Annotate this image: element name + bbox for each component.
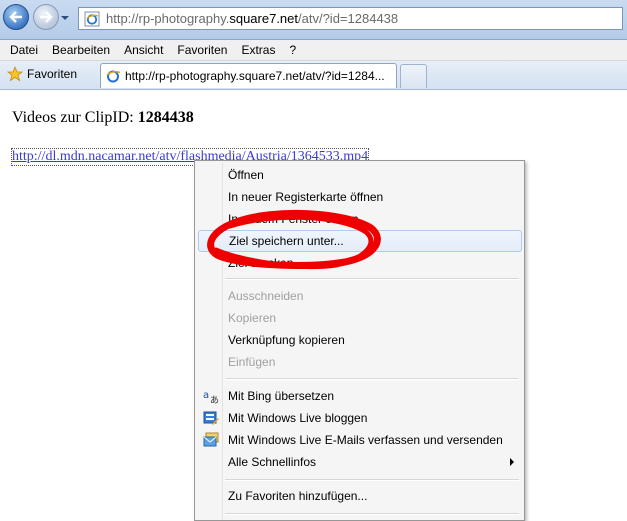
menu-item-add-favorites[interactable]: Zu Favoriten hinzufügen... — [198, 485, 522, 507]
context-menu: Öffnen In neuer Registerkarte öffnen In … — [194, 160, 525, 521]
ie-tab-icon — [106, 70, 121, 83]
blog-icon — [203, 411, 219, 425]
menu-item-open[interactable]: Öffnen — [198, 164, 522, 186]
recent-pages-dropdown-icon[interactable] — [60, 14, 70, 22]
menu-item-all-accelerators[interactable]: Alle Schnellinfos — [198, 451, 522, 473]
address-url: http://rp-photography.square7.net/atv/?i… — [106, 11, 399, 26]
tab-row: Favoriten http://rp-photography.square7.… — [0, 61, 627, 90]
menu-separator — [225, 378, 519, 380]
svg-text:a: a — [203, 390, 209, 401]
email-icon — [203, 432, 219, 447]
menu-item-copy-shortcut[interactable]: Verknüpfung kopieren — [198, 329, 522, 351]
menu-item-paste: Einfügen — [228, 355, 276, 369]
menu-item-live-blog[interactable]: Mit Windows Live bloggen — [198, 407, 522, 429]
back-button[interactable] — [3, 4, 29, 30]
svg-text:あ: あ — [210, 395, 219, 404]
new-tab-button[interactable] — [400, 64, 427, 88]
favorites-star-icon — [7, 66, 23, 82]
menu-extras[interactable]: Extras — [241, 43, 275, 57]
menu-item-open-new-tab[interactable]: In neuer Registerkarte öffnen — [198, 186, 522, 208]
menu-item-copy: Kopieren — [228, 311, 277, 325]
menu-help[interactable]: ? — [289, 43, 296, 57]
translate-icon: a あ — [203, 390, 219, 404]
menu-item-bing-translate[interactable]: a あ Mit Bing übersetzen — [198, 385, 522, 407]
address-toolbar: http://rp-photography.square7.net/atv/?i… — [0, 0, 627, 40]
submenu-arrow-icon — [510, 458, 514, 466]
menu-bar: Datei Bearbeiten Ansicht Favoriten Extra… — [0, 40, 627, 61]
forward-button[interactable] — [33, 4, 59, 30]
back-arrow-icon — [9, 11, 22, 23]
menu-item-live-email[interactable]: Mit Windows Live E-Mails verfassen und v… — [198, 429, 522, 451]
forward-arrow-icon — [40, 11, 53, 23]
tab-title: http://rp-photography.square7.net/atv/?i… — [125, 69, 385, 83]
ie-page-icon — [84, 11, 100, 26]
tab-current-page[interactable]: http://rp-photography.square7.net/atv/?i… — [100, 63, 397, 88]
menu-item-print-target[interactable]: Ziel drucken — [198, 252, 522, 274]
address-field[interactable]: http://rp-photography.square7.net/atv/?i… — [78, 7, 623, 30]
favorites-button[interactable]: Favoriten — [7, 66, 77, 82]
menu-separator — [225, 479, 519, 481]
menu-item-cut: Ausschneiden — [228, 289, 304, 303]
menu-favoriten[interactable]: Favoriten — [177, 43, 227, 57]
menu-item-open-new-window[interactable]: In neuem Fenster öffnen — [198, 208, 522, 230]
menu-bearbeiten[interactable]: Bearbeiten — [52, 43, 110, 57]
favorites-label: Favoriten — [27, 67, 78, 81]
menu-datei[interactable]: Datei — [10, 43, 38, 57]
menu-ansicht[interactable]: Ansicht — [124, 43, 163, 57]
page-heading: Videos zur ClipID: 1284438 — [12, 109, 194, 126]
menu-item-save-target-as[interactable]: Ziel speichern unter... — [198, 230, 522, 252]
menu-separator — [225, 278, 519, 280]
menu-separator — [225, 513, 519, 515]
